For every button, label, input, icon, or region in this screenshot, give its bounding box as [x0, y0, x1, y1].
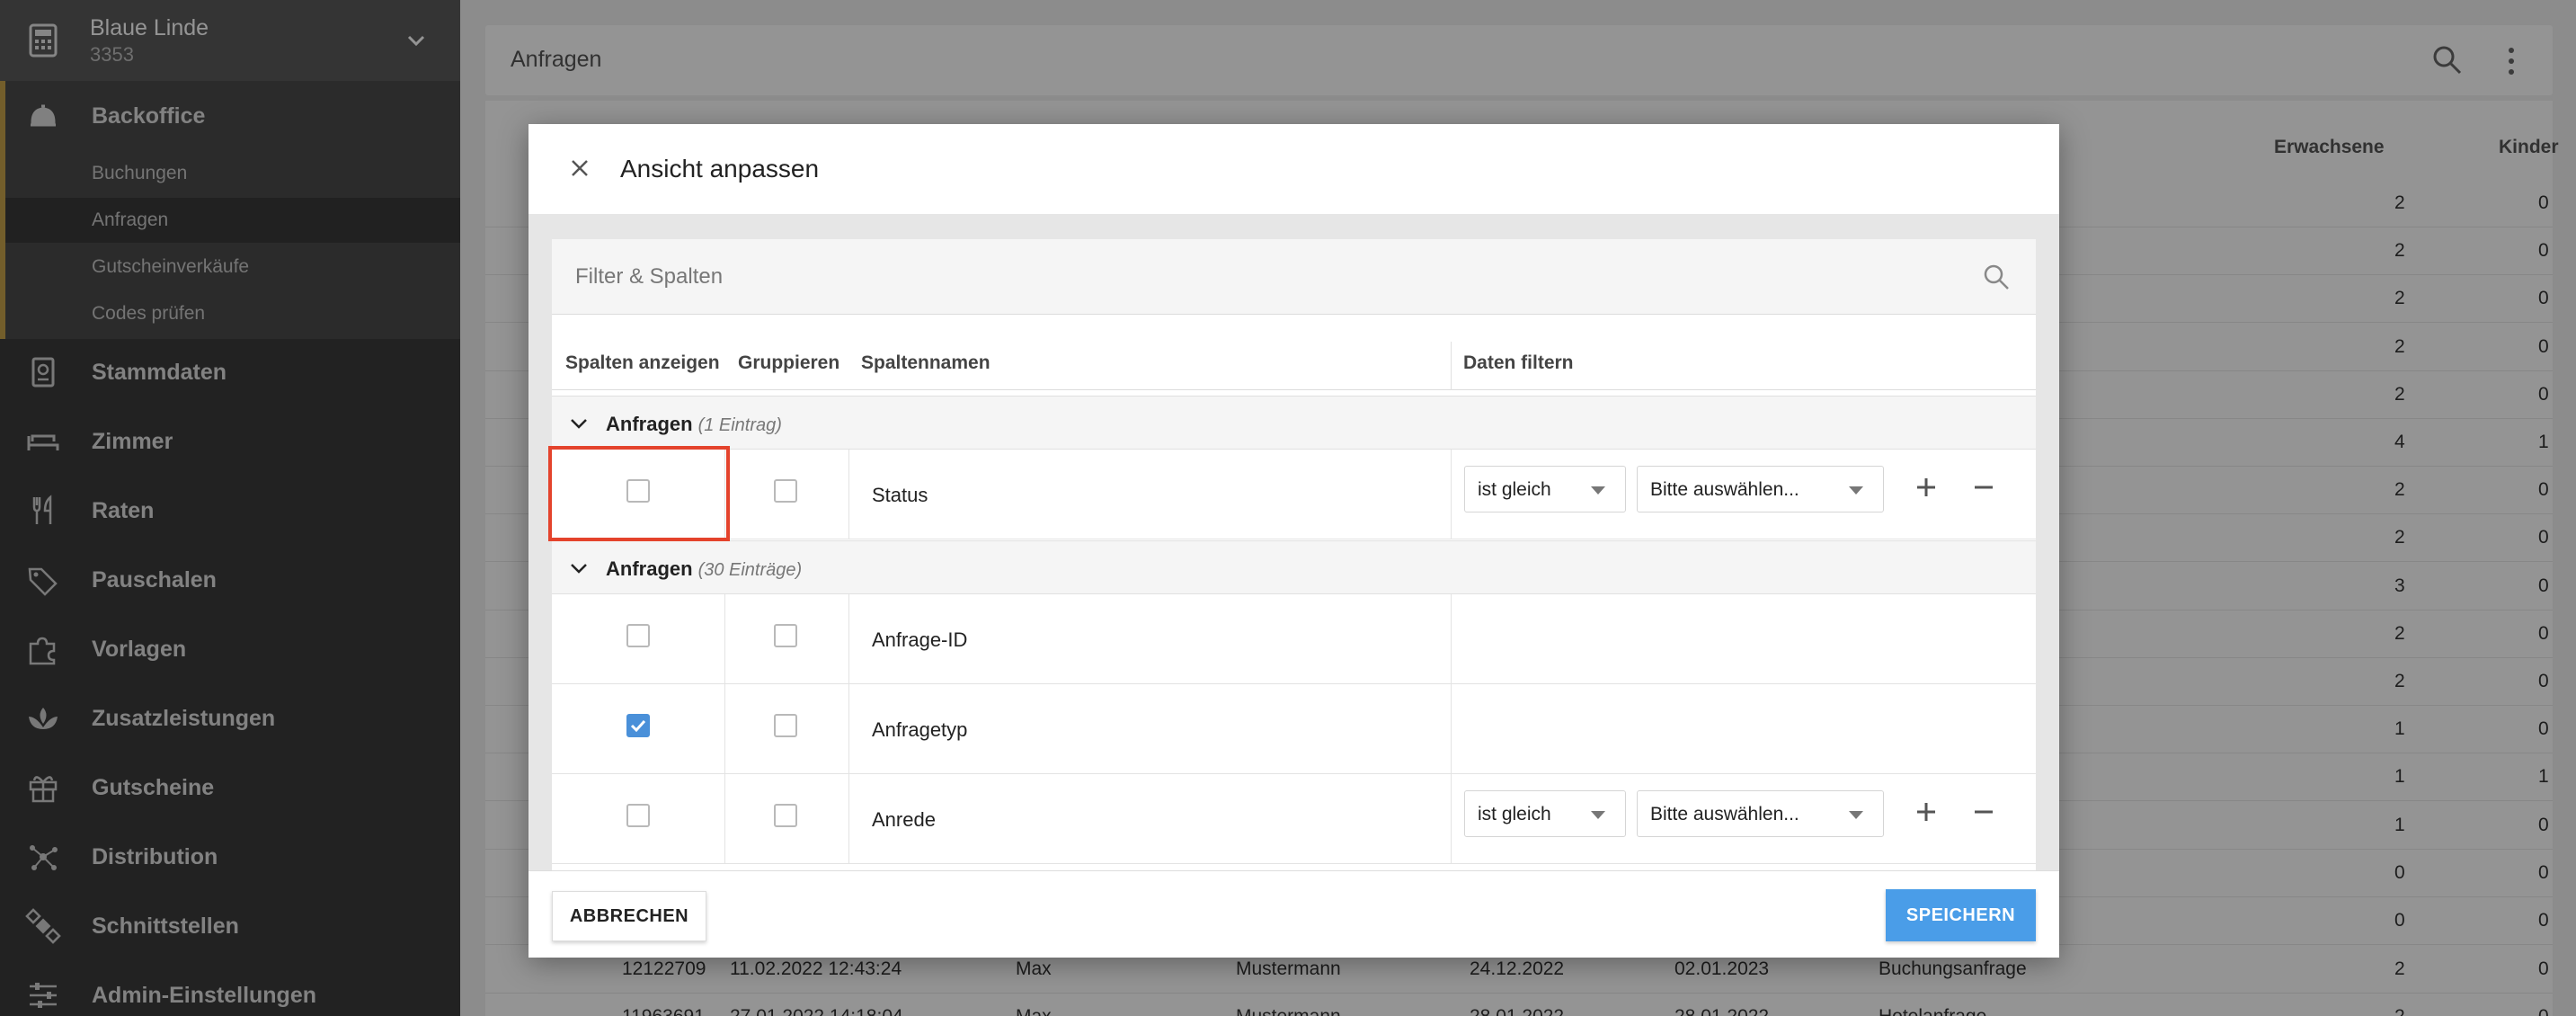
- dialog-footer: ABBRECHEN SPEICHERN: [529, 870, 2059, 958]
- group-title: Anfragen: [606, 557, 693, 580]
- column-row-status: Status ist gleich Bitte auswählen...: [552, 450, 2036, 539]
- caret-down-icon: [1591, 486, 1605, 495]
- save-button[interactable]: SPEICHERN: [1886, 889, 2036, 941]
- plus-icon[interactable]: [1910, 471, 1942, 504]
- group-name: Anfragen (30 Einträge): [606, 557, 802, 581]
- checkmark-icon: [630, 719, 646, 733]
- divider: [848, 684, 849, 774]
- columns-panel: Filter & Spalten Spalten anzeigen Gruppi…: [548, 239, 2036, 870]
- group-column-checkbox[interactable]: [774, 624, 797, 647]
- dialog-body: Filter & Spalten Spalten anzeigen Gruppi…: [529, 214, 2059, 870]
- operator-select[interactable]: ist gleich: [1464, 466, 1626, 512]
- minus-icon[interactable]: [1968, 796, 2000, 828]
- column-headers: Spalten anzeigen Gruppieren Spaltennamen…: [552, 315, 2036, 390]
- divider: [1451, 684, 1452, 774]
- caret-down-icon: [1591, 811, 1605, 819]
- operator-value: ist gleich: [1478, 804, 1551, 824]
- show-column-checkbox[interactable]: [626, 624, 650, 647]
- dialog-title: Ansicht anpassen: [620, 155, 820, 183]
- caret-down-icon: [1849, 811, 1863, 819]
- dialog-header: Ansicht anpassen: [529, 124, 2059, 214]
- chevron-down-icon[interactable]: [568, 413, 590, 434]
- cancel-button[interactable]: ABBRECHEN: [552, 891, 706, 941]
- column-name: Anfragetyp: [872, 718, 968, 741]
- value-placeholder: Bitte auswählen...: [1650, 804, 1799, 824]
- divider: [848, 450, 849, 539]
- highlight-box: [548, 446, 730, 541]
- divider: [848, 774, 849, 864]
- group-header-anfragen[interactable]: Anfragen (30 Einträge): [552, 540, 2036, 594]
- col-header-show: Spalten anzeigen: [565, 352, 720, 373]
- chevron-down-icon[interactable]: [568, 557, 590, 579]
- value-select[interactable]: Bitte auswählen...: [1637, 466, 1884, 512]
- group-column-checkbox[interactable]: [774, 714, 797, 737]
- plus-icon[interactable]: [1910, 796, 1942, 828]
- customize-view-dialog: Ansicht anpassen Filter & Spalten Spalte…: [529, 124, 2059, 958]
- group-count: (30 Einträge): [697, 560, 803, 580]
- divider: [1451, 594, 1452, 684]
- search-input[interactable]: Filter & Spalten: [575, 264, 723, 290]
- group-count: (1 Eintrag): [697, 415, 782, 435]
- value-select[interactable]: Bitte auswählen...: [1637, 790, 1884, 837]
- operator-value: ist gleich: [1478, 479, 1551, 500]
- divider: [848, 594, 849, 684]
- show-column-checkbox[interactable]: [626, 714, 650, 737]
- column-row-anfrage-id: Anfrage-ID: [552, 594, 2036, 684]
- col-header-filter: Daten filtern: [1463, 352, 1574, 373]
- show-column-checkbox[interactable]: [626, 804, 650, 827]
- group-column-checkbox[interactable]: [774, 479, 797, 503]
- minus-icon[interactable]: [1968, 471, 2000, 504]
- divider: [1451, 774, 1452, 864]
- operator-select[interactable]: ist gleich: [1464, 790, 1626, 837]
- col-header-name: Spaltennamen: [861, 352, 990, 373]
- column-name: Anrede: [872, 808, 936, 831]
- divider: [1451, 342, 1452, 390]
- value-placeholder: Bitte auswählen...: [1650, 479, 1799, 500]
- filter-search-bar[interactable]: Filter & Spalten: [552, 239, 2036, 315]
- close-icon[interactable]: [568, 156, 591, 180]
- column-name: Status: [872, 484, 928, 506]
- group-title: Anfragen: [606, 413, 693, 435]
- divider: [724, 594, 725, 684]
- search-icon[interactable]: [1982, 263, 2011, 291]
- group-name: Anfragen (1 Eintrag): [606, 413, 782, 436]
- column-row-anfragetyp: Anfragetyp: [552, 684, 2036, 774]
- group-column-checkbox[interactable]: [774, 804, 797, 827]
- divider: [1451, 450, 1452, 539]
- col-header-group: Gruppieren: [738, 352, 840, 373]
- column-row-anrede: Anrede ist gleich Bitte auswählen...: [552, 774, 2036, 864]
- divider: [724, 774, 725, 864]
- column-name: Anfrage-ID: [872, 628, 968, 651]
- caret-down-icon: [1849, 486, 1863, 495]
- group-header-anfragen[interactable]: Anfragen (1 Eintrag): [552, 396, 2036, 450]
- divider: [724, 684, 725, 774]
